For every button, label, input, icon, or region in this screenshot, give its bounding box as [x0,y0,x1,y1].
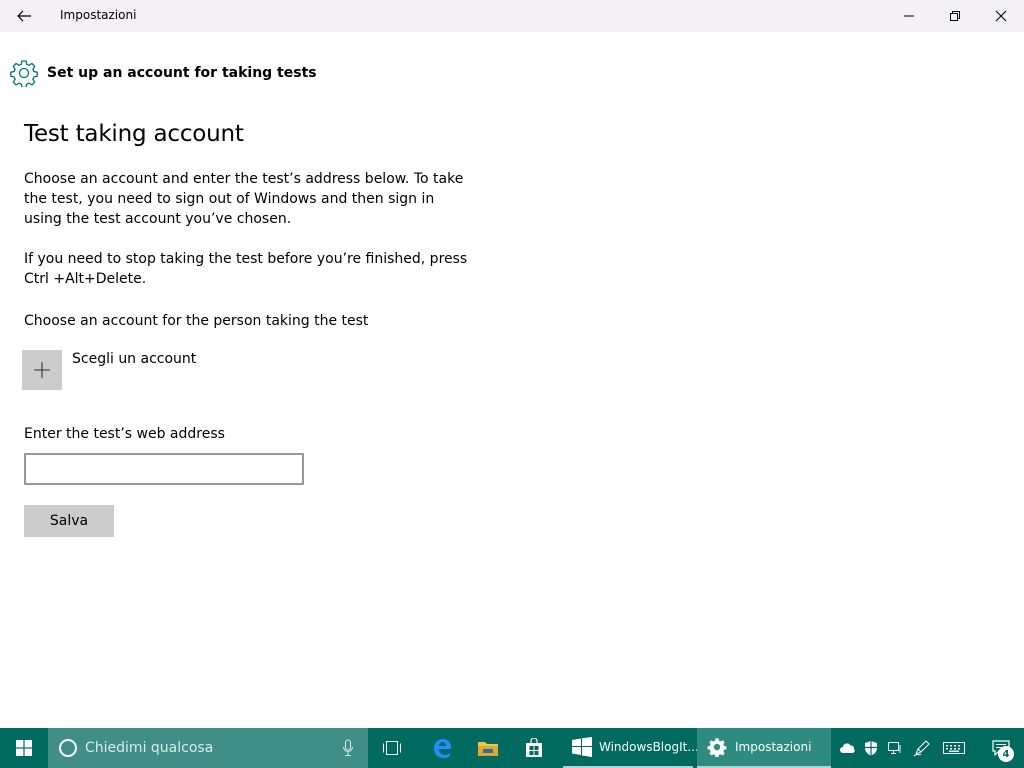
notification-count-badge: 4 [998,746,1014,762]
touch-keyboard-tray[interactable] [940,728,968,768]
back-button[interactable] [8,0,40,32]
task-view-button[interactable] [369,728,415,768]
windows-logo-icon [16,740,32,756]
back-arrow-icon [17,10,31,22]
gear-icon [10,60,38,87]
file-explorer-button[interactable] [465,728,511,768]
store-bag-icon [526,738,542,757]
cloud-icon [840,743,855,753]
window-title: Impostazioni [60,8,137,22]
stop-test-paragraph: If you need to stop taking the test befo… [24,251,468,287]
pen-tray[interactable] [910,728,934,768]
taskbar-app-windowsblog[interactable]: WindowsBlogIt... [563,728,699,768]
section-title: Test taking account [24,121,244,147]
taskbar-app-label: WindowsBlogIt... [599,740,699,754]
network-icon [888,742,901,754]
pen-icon [913,740,930,757]
start-button[interactable] [0,728,48,768]
page-title: Set up an account for taking tests [47,65,317,81]
search-placeholder: Chiedimi qualcosa [85,740,214,756]
save-button[interactable]: Salva [24,505,114,537]
choose-account-button[interactable]: Scegli un account [22,350,196,390]
edge-icon [434,739,451,758]
shield-icon [865,741,877,756]
minimize-button[interactable] [886,0,932,32]
close-icon [995,10,1007,22]
folder-icon [478,742,498,756]
taskbar-app-settings[interactable]: Impostazioni [697,728,831,768]
gear-icon [705,735,729,759]
cortana-search-box[interactable]: Chiedimi qualcosa [48,728,368,768]
title-bar: Impostazioni [0,0,1024,32]
microphone-icon[interactable] [342,739,354,757]
taskbar-app-label: Impostazioni [735,740,812,754]
restore-icon [950,11,960,21]
restore-button[interactable] [932,0,978,32]
account-label: Choose an account for the person taking … [24,313,369,329]
cortana-icon [59,739,77,757]
url-label: Enter the test’s web address [24,426,225,442]
plus-tile[interactable] [22,350,62,390]
blog-icon [571,735,593,759]
close-button[interactable] [978,0,1024,32]
task-view-icon [383,741,401,755]
taskbar: Chiedimi qualcosa WindowsBlogIt... Impos… [0,728,1024,768]
web-address-input[interactable] [24,453,304,485]
minimize-icon [904,15,914,17]
plus-icon [34,362,50,378]
page-header: Set up an account for taking tests [10,58,317,88]
edge-button[interactable] [419,728,465,768]
network-tray[interactable] [884,728,906,768]
defender-tray[interactable] [860,728,882,768]
onedrive-tray[interactable] [836,728,858,768]
store-button[interactable] [511,728,557,768]
choose-account-label: Scegli un account [72,351,197,367]
keyboard-icon [943,742,965,754]
description-paragraph: Choose an account and enter the test’s a… [24,171,464,227]
action-center-button[interactable]: 4 [978,728,1024,768]
